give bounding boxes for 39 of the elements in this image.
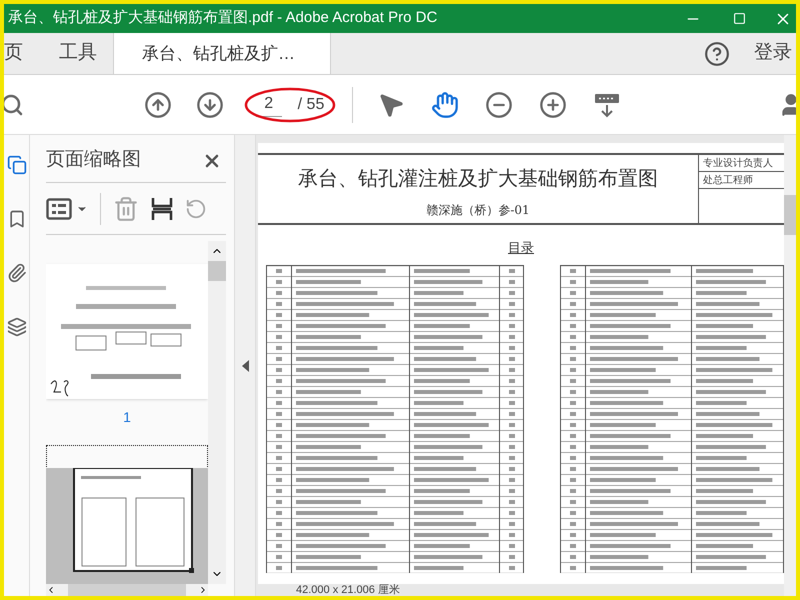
page-size-label: 42.000 x 21.006 厘米	[296, 584, 400, 596]
layers-panel-icon[interactable]	[6, 317, 26, 337]
extract-pages-icon[interactable]	[151, 196, 173, 222]
pages-panel-icon[interactable]	[6, 155, 26, 175]
next-page-icon[interactable]	[196, 90, 224, 118]
sign-in-link[interactable]: 登录	[754, 39, 796, 68]
collapse-panel-icon[interactable]	[242, 360, 248, 372]
page-thumbnail[interactable]	[46, 445, 208, 584]
nav-tab[interactable]: 页	[4, 33, 43, 74]
window-title: 承台、钻孔桩及扩大基础钢筋布置图.pdf - Adobe Acrobat Pro DC	[7, 8, 438, 28]
page-number-field[interactable]: 2	[256, 92, 282, 117]
scroll-thumb[interactable]	[68, 584, 186, 596]
signature-label: 专业设计负责人	[703, 156, 773, 170]
drawing-title: 承台、钻孔灌注桩及扩大基础钢筋布置图	[298, 165, 658, 192]
horizontal-scrollbar[interactable]	[46, 584, 208, 596]
panel-title: 页面缩略图	[46, 148, 141, 172]
contents-heading: 目录	[508, 240, 534, 258]
tab-label: 承台、钻孔桩及扩…	[142, 42, 295, 65]
vertical-scrollbar[interactable]	[784, 135, 796, 596]
scroll-thumb[interactable]	[208, 261, 226, 281]
signature-label: 处总工程师	[703, 174, 753, 188]
help-icon[interactable]	[704, 40, 730, 66]
document-tab[interactable]: 承台、钻孔桩及扩…	[113, 33, 331, 74]
maximize-icon[interactable]	[733, 12, 746, 25]
hand-icon[interactable]	[431, 90, 459, 118]
list-options-icon	[46, 198, 72, 220]
page-thumbnail[interactable]: 1	[46, 241, 208, 437]
scroll-thumb[interactable]	[784, 195, 796, 235]
page-number-label: 1	[123, 408, 131, 427]
options-menu-button[interactable]	[46, 198, 88, 220]
attachments-panel-icon[interactable]	[6, 263, 26, 283]
drawing-code: 赣深施（桥）参-01	[426, 202, 530, 219]
search-icon[interactable]	[4, 92, 24, 116]
nav-tab[interactable]: 工具	[43, 33, 113, 74]
previous-page-icon[interactable]	[144, 90, 172, 118]
vertical-scrollbar[interactable]	[208, 241, 226, 584]
zoom-out-icon[interactable]	[485, 90, 513, 118]
page-total: / 55	[298, 94, 324, 114]
zoom-in-icon[interactable]	[539, 90, 567, 118]
